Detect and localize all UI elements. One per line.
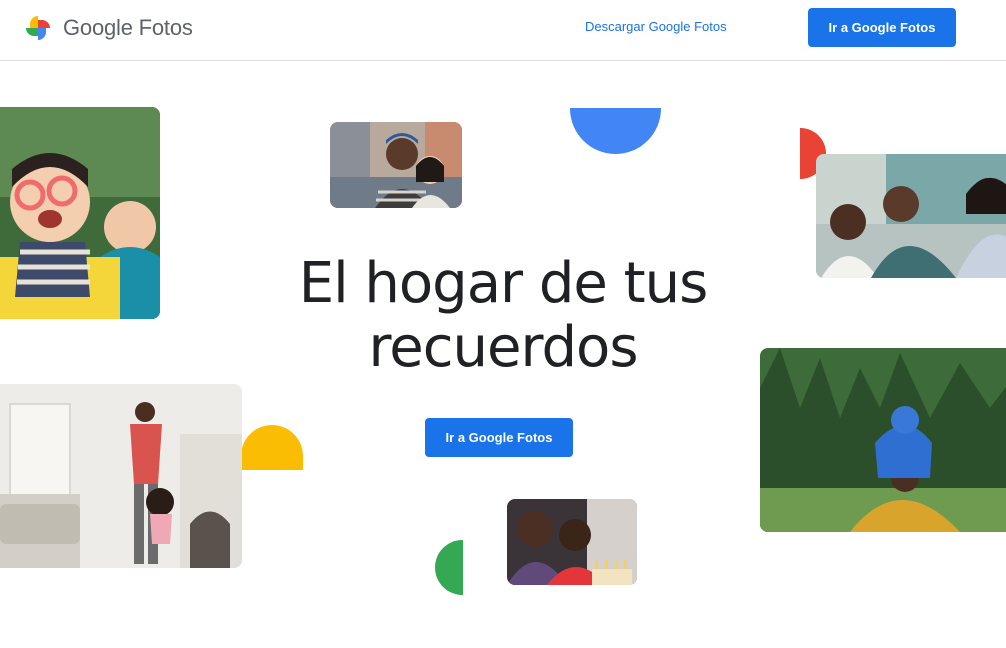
- logo-link[interactable]: Google Fotos: [22, 12, 193, 44]
- hero-cta-button[interactable]: Ir a Google Fotos: [425, 418, 573, 457]
- photo-family-couch: [816, 154, 1006, 278]
- photo-child-sunglasses: [0, 107, 160, 319]
- brand-name: Google Fotos: [63, 15, 193, 40]
- header-cta-button[interactable]: Ir a Google Fotos: [808, 8, 956, 47]
- yellow-half-circle-shape: [241, 425, 303, 470]
- photo-mother-daughter-dancing: [0, 384, 242, 568]
- download-link[interactable]: Descargar Google Fotos: [585, 19, 727, 34]
- page-headline: El hogar de tus recuerdos: [298, 251, 709, 380]
- photo-couple-street: [330, 122, 462, 208]
- photo-father-child-forest: [760, 348, 1006, 532]
- green-half-circle-shape: [435, 540, 463, 595]
- photo-birthday-cake: [507, 499, 637, 585]
- site-header: Google Fotos Descargar Google Fotos Ir a…: [0, 0, 1006, 61]
- blue-half-circle-shape: [570, 108, 661, 154]
- google-photos-pinwheel-icon: [26, 16, 50, 40]
